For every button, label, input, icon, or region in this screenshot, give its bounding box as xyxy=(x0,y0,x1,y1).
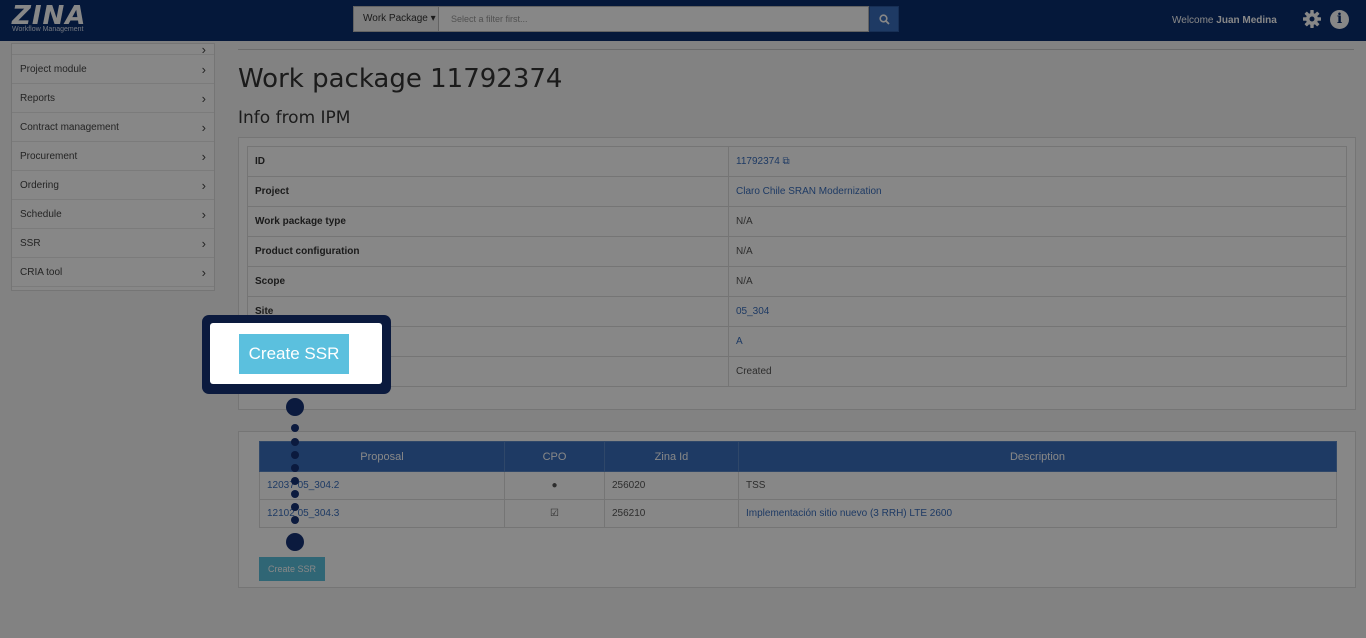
connector-dot xyxy=(291,503,299,511)
connector-dot xyxy=(291,490,299,498)
connector-dot xyxy=(291,516,299,524)
connector-dot xyxy=(291,464,299,472)
callout-highlight-box: Create SSR xyxy=(210,323,382,384)
connector-start-dot xyxy=(286,398,304,416)
connector-end-dot xyxy=(286,533,304,551)
tutorial-callout: Create SSR xyxy=(202,315,391,394)
connector-dot xyxy=(291,477,299,485)
connector-dot xyxy=(291,451,299,459)
connector-dot xyxy=(291,424,299,432)
callout-create-ssr-button[interactable]: Create SSR xyxy=(239,334,349,374)
connector-dot xyxy=(291,438,299,446)
